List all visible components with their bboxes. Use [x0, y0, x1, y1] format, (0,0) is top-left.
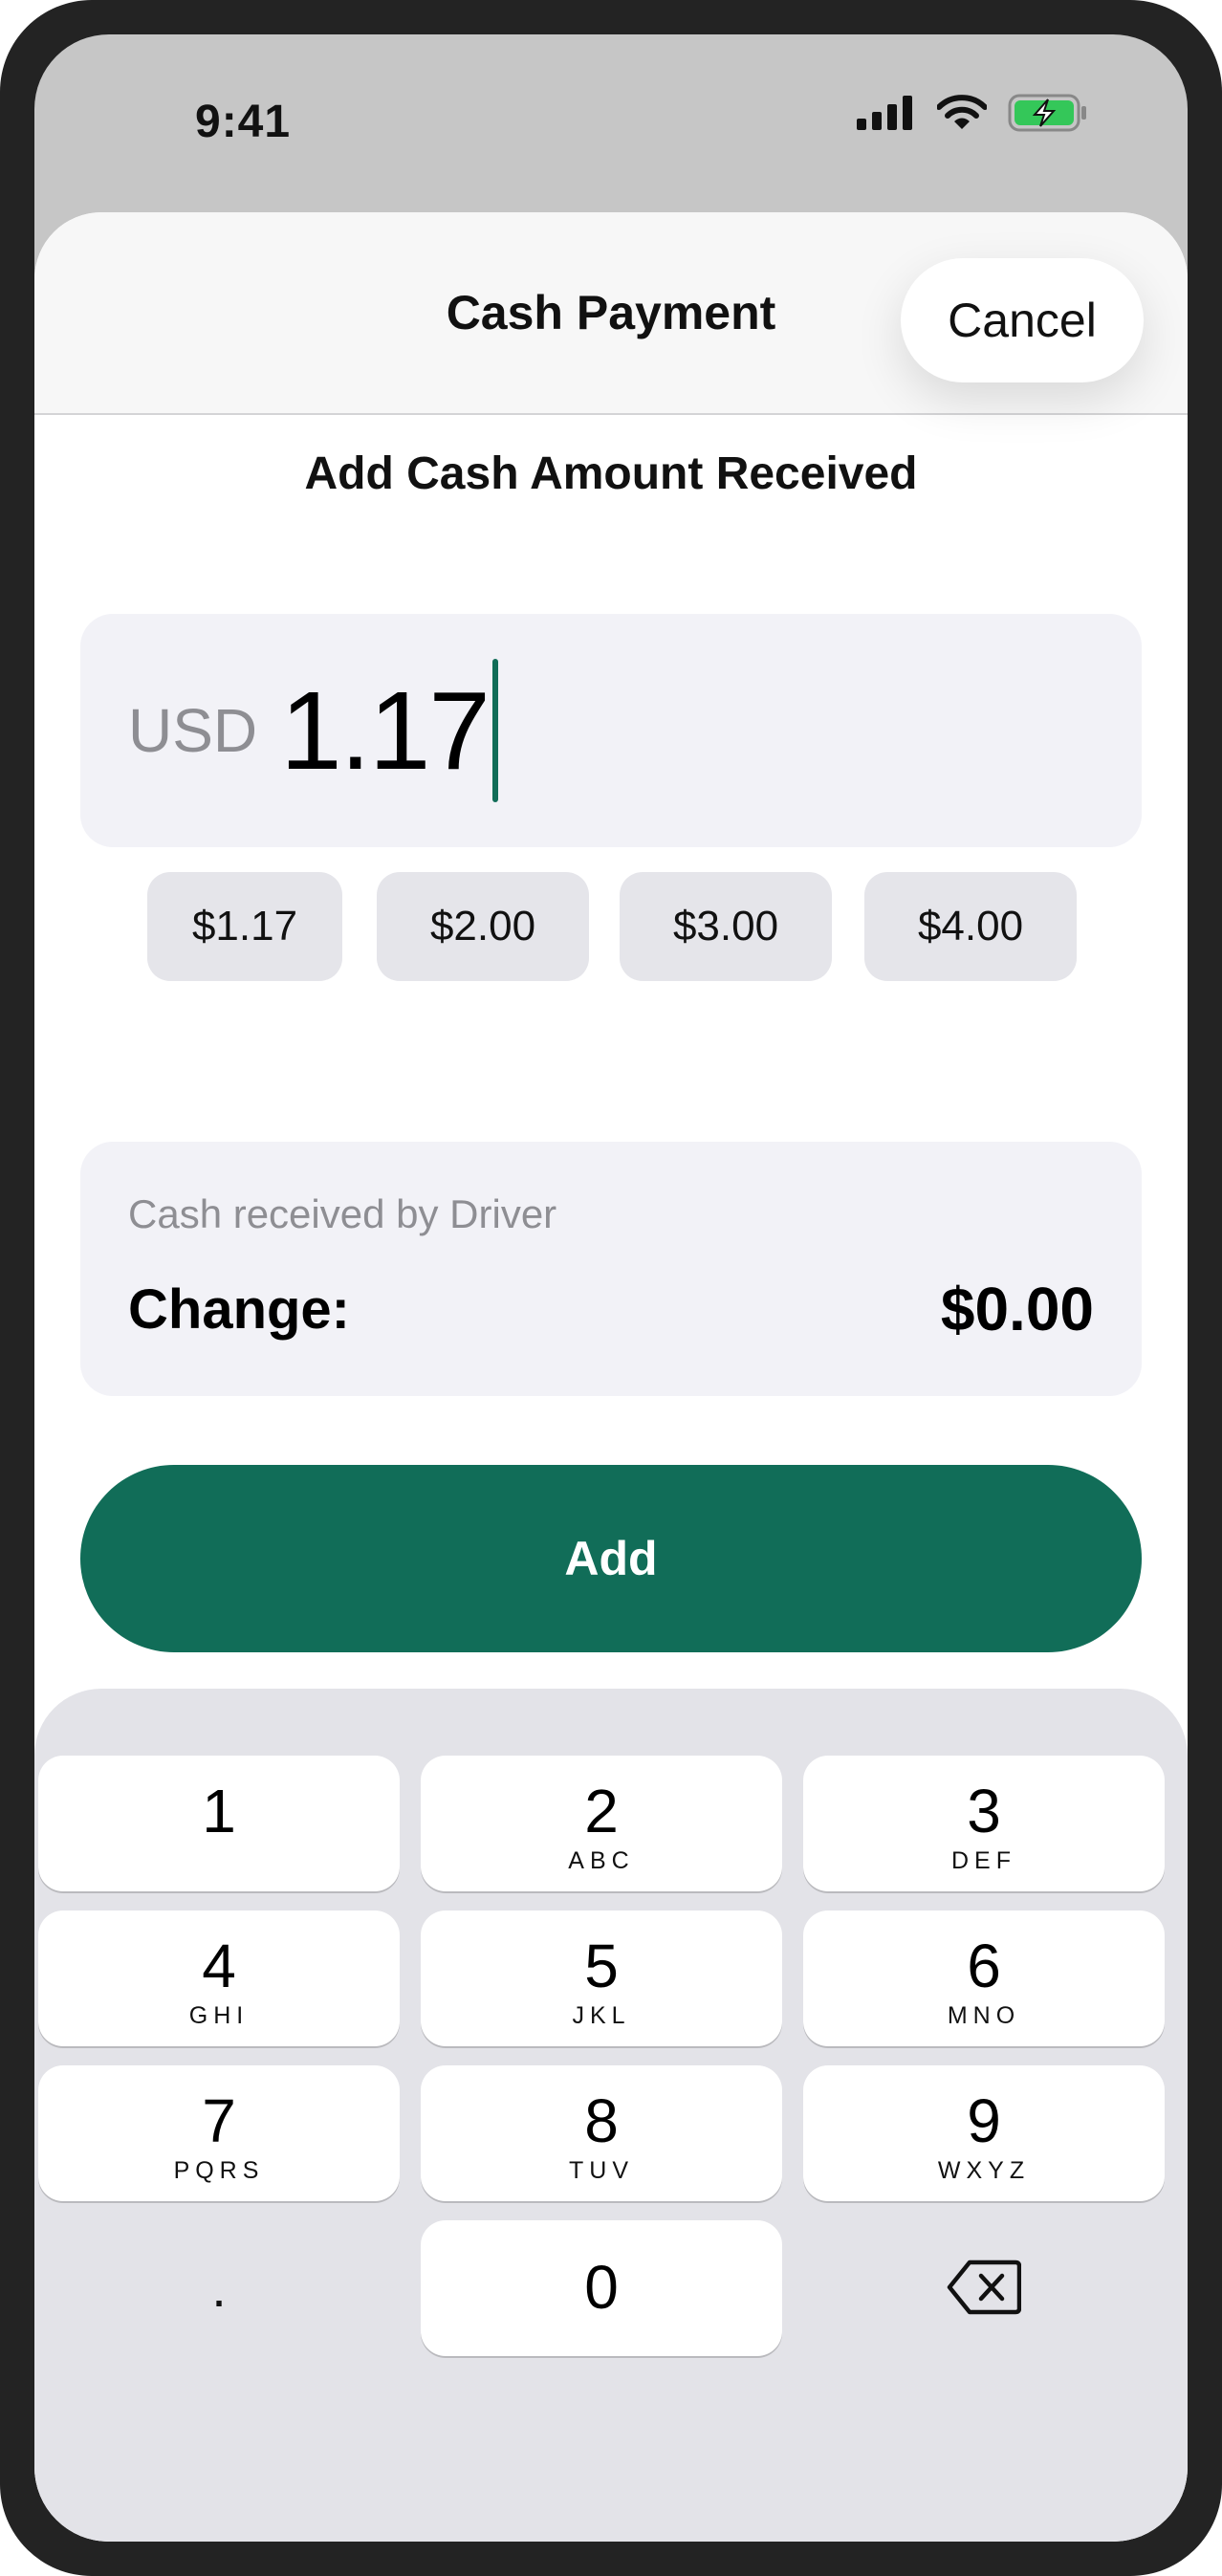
cancel-button[interactable]: Cancel	[901, 258, 1144, 382]
key-6[interactable]: 6 MNO	[803, 1910, 1165, 2046]
key-5[interactable]: 5 JKL	[421, 1910, 782, 2046]
key-7[interactable]: 7 PQRS	[38, 2065, 400, 2201]
cash-received-caption: Cash received by Driver	[128, 1191, 557, 1236]
key-letters: DEF	[951, 1847, 1016, 1874]
key-9[interactable]: 9 WXYZ	[803, 2065, 1165, 2201]
key-letters: PQRS	[173, 2157, 265, 2184]
key-decimal[interactable]: .	[38, 2220, 400, 2356]
amount-value: 1.17	[280, 668, 491, 793]
status-icons	[857, 94, 1088, 132]
wifi-icon	[937, 95, 987, 129]
key-digit: 8	[584, 2086, 619, 2155]
key-digit: 3	[967, 1777, 1001, 1845]
change-value: $0.00	[940, 1275, 1094, 1343]
key-0[interactable]: 0	[421, 2220, 782, 2356]
cellular-signal-icon	[857, 96, 912, 130]
status-bar: 9:41	[34, 34, 1188, 178]
quick-amount-button[interactable]: $2.00	[377, 872, 589, 981]
key-digit: 7	[202, 2086, 236, 2155]
key-letters: JKL	[572, 2002, 631, 2029]
key-3[interactable]: 3 DEF	[803, 1756, 1165, 1891]
key-letters: GHI	[188, 2002, 250, 2029]
status-time: 9:41	[195, 97, 292, 147]
screen: 9:41 Cash Payment Cancel Add Cash Amount…	[34, 34, 1188, 2542]
key-letters: TUV	[569, 2157, 634, 2184]
currency-label: USD	[128, 696, 258, 765]
section-title: Add Cash Amount Received	[304, 448, 918, 499]
key-2[interactable]: 2 ABC	[421, 1756, 782, 1891]
key-digit: 4	[202, 1932, 236, 2000]
change-summary-card: Cash received by Driver Change: $0.00	[80, 1142, 1142, 1396]
key-8[interactable]: 8 TUV	[421, 2065, 782, 2201]
quick-amount-button[interactable]: $4.00	[864, 872, 1077, 981]
add-button[interactable]: Add	[80, 1465, 1142, 1652]
cash-payment-sheet: Cash Payment Cancel Add Cash Amount Rece…	[34, 212, 1188, 2542]
phone-frame: 9:41 Cash Payment Cancel Add Cash Amount…	[0, 0, 1222, 2576]
sheet-header: Cash Payment Cancel	[34, 212, 1188, 415]
quick-amount-options: $1.17 $2.00 $3.00 $4.00	[34, 872, 1188, 983]
key-digit: 5	[584, 1932, 619, 2000]
quick-amount-button[interactable]: $1.17	[147, 872, 342, 981]
key-digit: 6	[967, 1932, 1001, 2000]
backspace-icon	[947, 2259, 1022, 2315]
battery-charging-icon	[1008, 94, 1086, 132]
text-cursor	[491, 659, 498, 802]
key-digit: 2	[584, 1777, 619, 1845]
numeric-keypad: 1 2 ABC 3 DEF 4 GHI 5 JKL 6 MNO 7 PQRS 8…	[34, 1689, 1188, 2542]
key-digit: 1	[202, 1777, 236, 1845]
key-delete[interactable]	[803, 2220, 1165, 2356]
key-letters: ABC	[568, 1847, 635, 1874]
key-digit: 9	[967, 2086, 1001, 2155]
key-1[interactable]: 1	[38, 1756, 400, 1891]
decimal-point: .	[211, 2258, 227, 2318]
quick-amount-button[interactable]: $3.00	[620, 872, 832, 981]
key-letters: WXYZ	[937, 2157, 1031, 2184]
key-letters: MNO	[947, 2002, 1021, 2029]
key-digit: 0	[584, 2253, 619, 2322]
cash-amount-input[interactable]: USD 1.17	[80, 614, 1142, 847]
change-label: Change:	[128, 1278, 350, 1341]
key-4[interactable]: 4 GHI	[38, 1910, 400, 2046]
